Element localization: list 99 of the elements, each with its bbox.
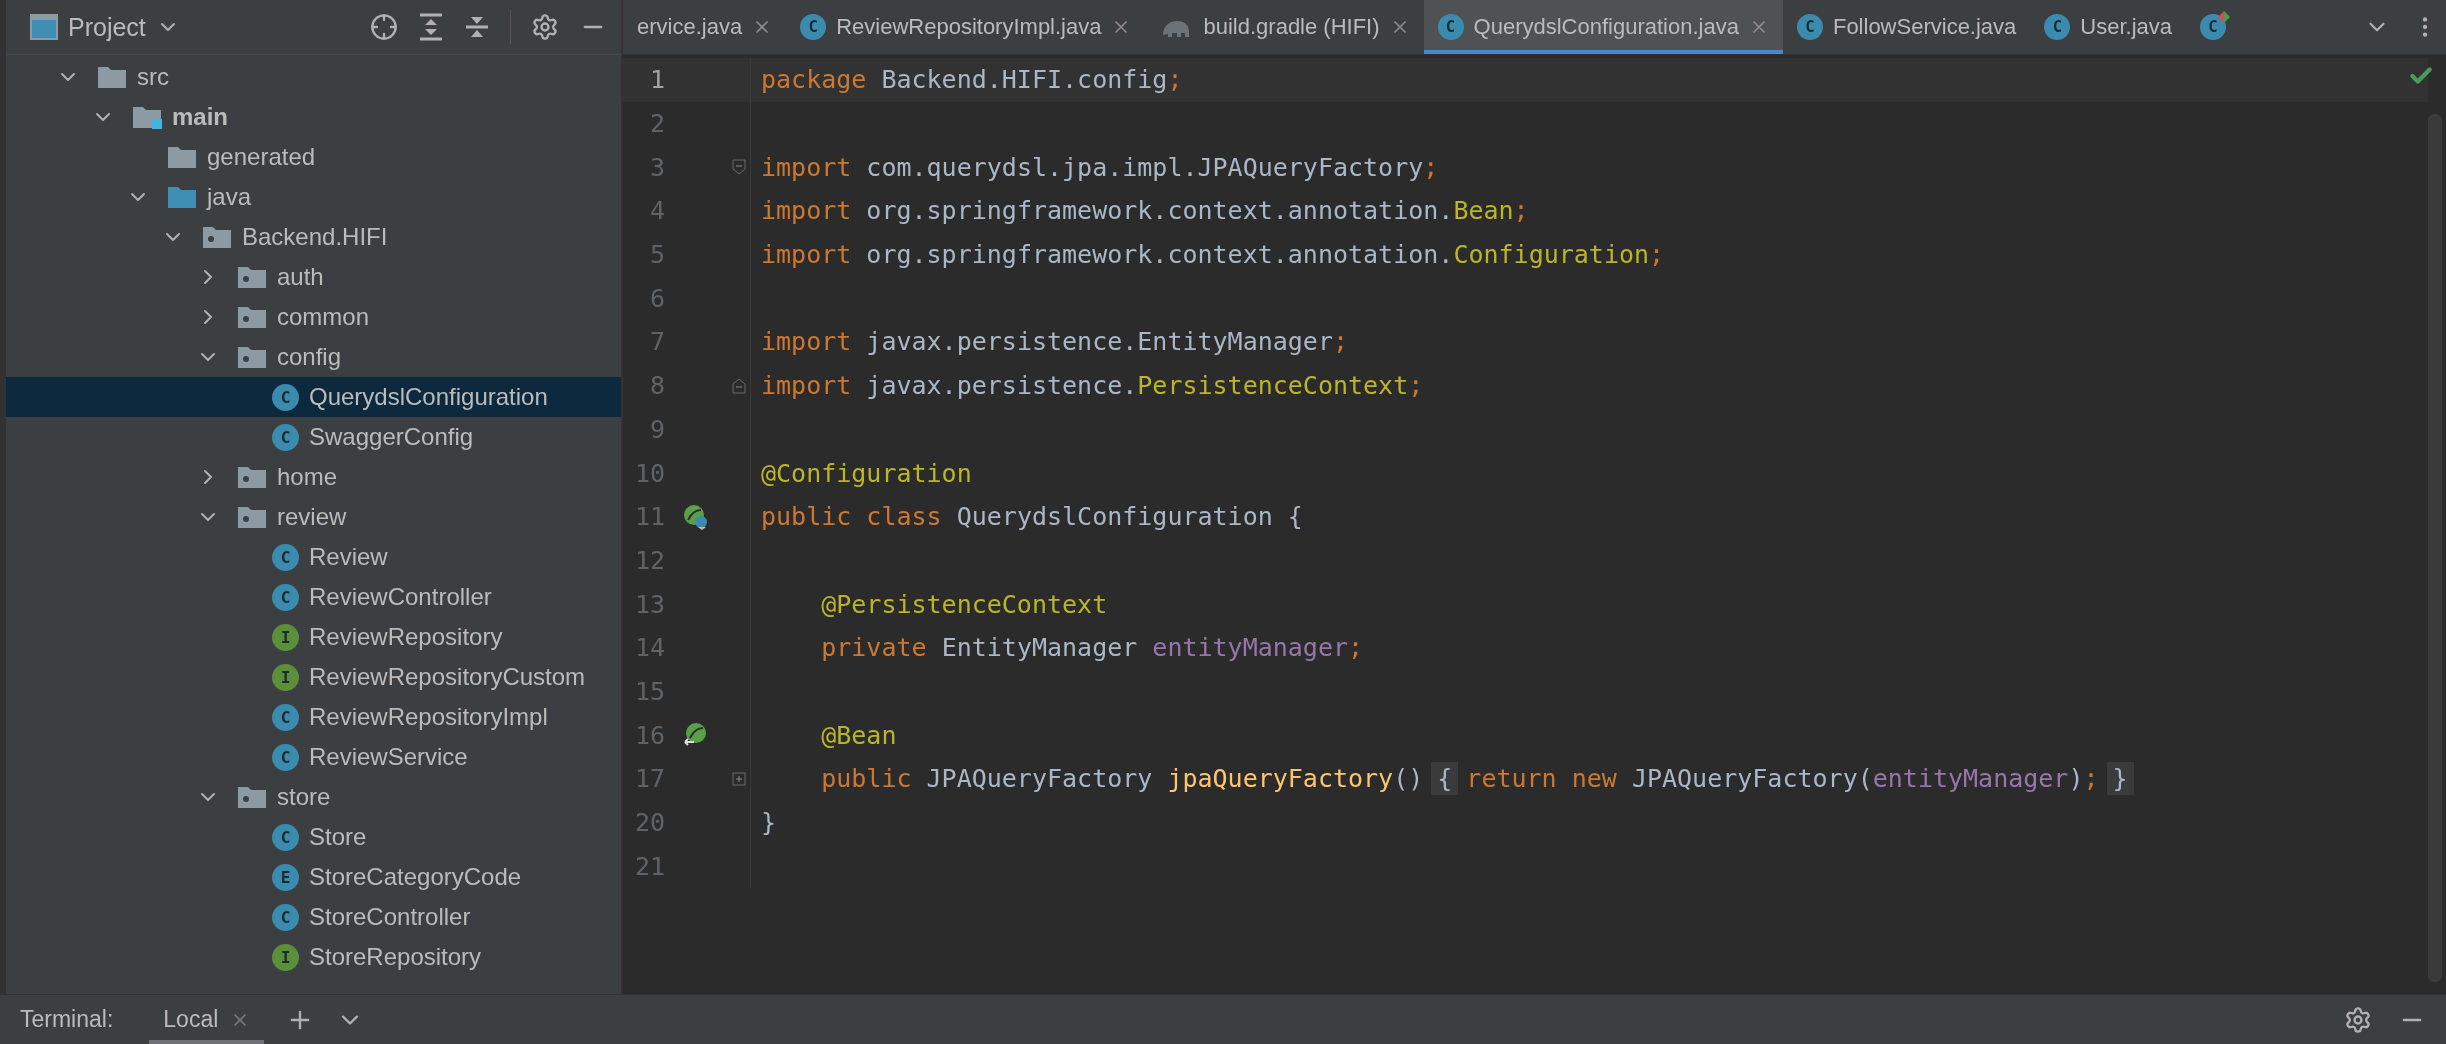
- code-line: public JPAQueryFactory jpaQueryFactory() { return new JPAQueryFactory(entityManager); }: [761, 764, 2142, 794]
- line-number: 7: [648, 327, 665, 357]
- tree-item[interactable]: java: [6, 177, 621, 217]
- tree-item[interactable]: I StoreRepository: [6, 937, 621, 977]
- code-line: @Bean: [820, 720, 897, 750]
- line-number: 14: [633, 633, 665, 663]
- line-number: 15: [633, 676, 665, 706]
- code-line: import javax.persistence.PersistenceContext;: [761, 371, 1424, 401]
- enum-icon: E: [272, 863, 299, 891]
- line-number: 9: [648, 414, 665, 444]
- line-number: 16: [633, 720, 665, 750]
- tree-item[interactable]: main: [6, 97, 621, 137]
- code-line: import org.springframework.context.annotation.Configuration;: [761, 240, 1665, 270]
- line-number: 6: [648, 283, 665, 313]
- interface-icon: I: [272, 623, 299, 651]
- class-icon: C: [800, 14, 827, 40]
- terminal-tab[interactable]: Local: [149, 995, 265, 1044]
- tree-item[interactable]: C QuerydslConfiguration: [6, 377, 621, 417]
- tree-item[interactable]: I ReviewRepositoryCustom: [6, 657, 621, 697]
- line-number: 1: [648, 65, 665, 95]
- tree-item[interactable]: C ReviewController: [6, 577, 621, 617]
- class-icon: C: [272, 823, 299, 851]
- line-number: 11: [633, 502, 665, 532]
- code-line: @PersistenceContext: [820, 589, 1108, 619]
- tree-item[interactable]: review: [6, 497, 621, 537]
- class-icon: C: [1437, 14, 1464, 40]
- line-number: 17: [633, 764, 665, 794]
- line-number: 10: [633, 458, 665, 488]
- class-icon: C: [272, 543, 299, 571]
- code-line: import javax.persistence.EntityManager;: [761, 327, 1348, 357]
- code-line: public class QuerydslConfiguration {: [761, 502, 1303, 532]
- editor-tab[interactable]: C ReviewRepositoryImpl.java: [786, 0, 1146, 54]
- tree-item[interactable]: generated: [6, 137, 621, 177]
- bean-icon[interactable]: [683, 503, 709, 530]
- line-number: 3: [648, 152, 665, 182]
- tree-item[interactable]: config: [6, 337, 621, 377]
- tree-item[interactable]: common: [6, 297, 621, 337]
- settings-icon[interactable]: [531, 13, 559, 41]
- package-icon: [237, 345, 267, 369]
- class-icon: C: [272, 423, 299, 451]
- tree-item[interactable]: C StoreController: [6, 897, 621, 937]
- code-line: import org.springframework.context.annotation.Bean;: [761, 196, 1529, 226]
- terminal-title: Terminal:: [20, 1006, 114, 1033]
- folder-icon: [97, 65, 127, 89]
- folder-icon: [167, 145, 197, 169]
- package-icon: [237, 465, 267, 489]
- tree-item[interactable]: C ReviewRepositoryImpl: [6, 697, 621, 737]
- code-line: }: [761, 808, 777, 838]
- editor-tab[interactable]: ervice.java: [623, 0, 787, 54]
- editor-tab[interactable]: C QuerydslConfiguration.java: [1423, 0, 1783, 54]
- tree-item[interactable]: C Review: [6, 537, 621, 577]
- line-number: 12: [633, 545, 665, 575]
- settings-icon[interactable]: [2344, 1005, 2372, 1034]
- class-icon: C: [2044, 14, 2071, 40]
- class-icon: C: [272, 583, 299, 611]
- tree-item[interactable]: E StoreCategoryCode: [6, 857, 621, 897]
- package-icon: [237, 305, 267, 329]
- interface-icon: I: [272, 943, 299, 971]
- locate-icon[interactable]: [370, 13, 398, 41]
- class-icon: C: [272, 743, 299, 771]
- line-number: 21: [633, 851, 665, 881]
- tree-item[interactable]: C SwaggerConfig: [6, 417, 621, 457]
- editor-tab[interactable]: C: [2186, 0, 2241, 54]
- code-line: import com.querydsl.jpa.impl.JPAQueryFactory;: [761, 152, 1439, 182]
- tree-item[interactable]: store: [6, 777, 621, 817]
- package-icon: [202, 225, 232, 249]
- class-icon: C: [1796, 14, 1823, 40]
- line-number: 4: [648, 196, 665, 226]
- line-number: 13: [633, 589, 665, 619]
- tree-item[interactable]: home: [6, 457, 621, 497]
- package-icon: [237, 505, 267, 529]
- line-number: 8: [648, 371, 665, 401]
- tree-item[interactable]: Backend.HIFI: [6, 217, 621, 257]
- line-number: 20: [633, 808, 665, 838]
- tree-item[interactable]: I ReviewRepository: [6, 617, 621, 657]
- class-icon: C: [2200, 14, 2227, 40]
- folder-icon: [132, 105, 162, 129]
- tree-item[interactable]: auth: [6, 257, 621, 297]
- class-icon: C: [272, 703, 299, 731]
- panel-title[interactable]: Project: [68, 12, 146, 42]
- tree-item[interactable]: C Store: [6, 817, 621, 857]
- class-icon: C: [272, 383, 299, 411]
- folder-icon: [167, 185, 197, 209]
- interface-icon: I: [272, 663, 299, 691]
- window-icon: [30, 14, 58, 40]
- line-number: 2: [648, 109, 665, 139]
- editor-tab[interactable]: C User.java: [2030, 0, 2187, 54]
- class-icon: C: [272, 903, 299, 931]
- editor-tab[interactable]: C FollowService.java: [1782, 0, 2031, 54]
- tree-item[interactable]: src: [6, 57, 621, 97]
- code-line: private EntityManager entityManager;: [820, 633, 1364, 663]
- expand-all-icon[interactable]: [418, 13, 444, 41]
- code-line: @Configuration: [761, 458, 972, 488]
- code-line: package Backend.HIFI.config;: [761, 65, 1183, 95]
- line-number: 5: [648, 240, 665, 270]
- editor-tab[interactable]: build.gradle (HIFI): [1145, 0, 1424, 54]
- tree-item[interactable]: C ReviewService: [6, 737, 621, 777]
- package-icon: [237, 265, 267, 289]
- package-icon: [237, 785, 267, 809]
